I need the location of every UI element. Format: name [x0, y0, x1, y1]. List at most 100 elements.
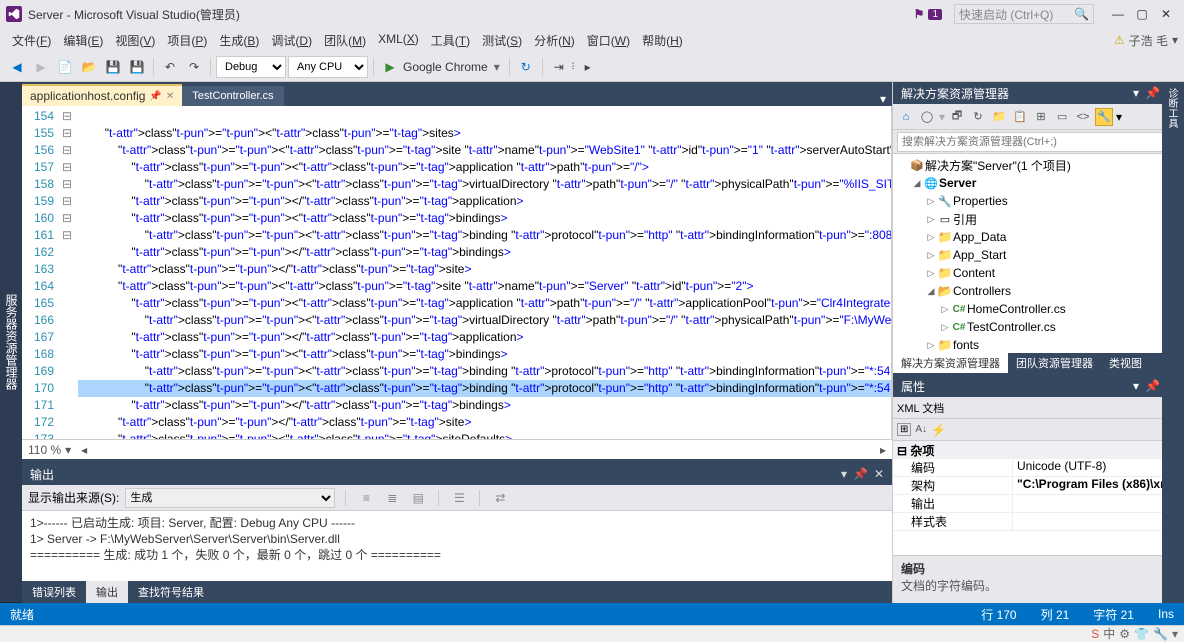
sync-icon[interactable]: 🗗: [948, 108, 966, 126]
properties-icon[interactable]: ⊞: [1032, 108, 1050, 126]
open-button[interactable]: 📂: [78, 56, 100, 78]
menu-帮助(H)[interactable]: 帮助(H): [636, 30, 689, 51]
config-select[interactable]: Debug: [216, 56, 286, 78]
panel-dropdown-icon[interactable]: ▾: [1133, 379, 1139, 393]
tray-icon[interactable]: S: [1091, 627, 1099, 641]
run-dropdown-icon[interactable]: ▾: [490, 60, 504, 74]
tree-node[interactable]: ▷📁Content: [893, 264, 1184, 282]
nav-back-button[interactable]: ◀: [6, 56, 28, 78]
close-tab-icon[interactable]: ✕: [166, 91, 174, 102]
tree-node[interactable]: ◢📂Controllers: [893, 282, 1184, 300]
zoom-value[interactable]: 110 %: [28, 443, 61, 457]
output-header[interactable]: 输出 ▾ 📌 ✕: [22, 463, 892, 485]
menu-视图(V)[interactable]: 视图(V): [109, 30, 161, 51]
panel-dropdown-icon[interactable]: ▾: [1133, 86, 1139, 100]
wrap-icon[interactable]: ☰: [449, 488, 469, 508]
events-icon[interactable]: ⚡: [931, 423, 946, 437]
more-icon[interactable]: ▾: [1116, 110, 1122, 124]
run-button[interactable]: ▶: [379, 56, 401, 78]
save-all-button[interactable]: 💾: [126, 56, 148, 78]
flag-icon[interactable]: ⚑: [914, 7, 925, 21]
collapse-icon[interactable]: 📁: [990, 108, 1008, 126]
properties-header[interactable]: 属性 ▾ 📌 ✕: [893, 375, 1184, 397]
tree-node[interactable]: ▷▭引用: [893, 210, 1184, 228]
solution-tree[interactable]: 📦解决方案"Server"(1 个项目)◢🌐Server▷🔧Properties…: [893, 154, 1184, 353]
goto-next-icon[interactable]: ≣: [382, 488, 402, 508]
menu-分析(N)[interactable]: 分析(N): [528, 30, 581, 51]
maximize-button[interactable]: ▢: [1130, 7, 1154, 21]
clear-icon[interactable]: ▤: [408, 488, 428, 508]
code-lines[interactable]: "t-attr">class"t-pun">="t-pun"><"t-attr"…: [74, 106, 891, 439]
menu-XML(X)[interactable]: XML(X): [372, 30, 425, 51]
tree-node[interactable]: ▷📁App_Start: [893, 246, 1184, 264]
tree-node[interactable]: ▷📁App_Data: [893, 228, 1184, 246]
notification-badge[interactable]: 1: [928, 9, 942, 20]
alpha-icon[interactable]: A↓: [915, 424, 927, 435]
minimize-button[interactable]: —: [1106, 7, 1130, 21]
tree-node[interactable]: ◢🌐Server: [893, 174, 1184, 192]
quick-launch[interactable]: 快速启动 (Ctrl+Q) 🔍: [954, 4, 1094, 24]
more-button[interactable]: ▸: [577, 56, 599, 78]
categorized-icon[interactable]: ⊞: [897, 423, 911, 436]
solution-tab-0[interactable]: 解决方案资源管理器: [893, 353, 1008, 373]
diagnostics-tab[interactable]: 诊断工具: [1162, 82, 1181, 134]
code-editor[interactable]: 1541551561571581591601611621631641651661…: [22, 106, 892, 439]
menu-窗口(W)[interactable]: 窗口(W): [581, 30, 636, 51]
props-object[interactable]: XML 文档: [897, 400, 1174, 416]
bottom-tab-0[interactable]: 错误列表: [22, 581, 86, 603]
option-icon[interactable]: ⇄: [490, 488, 510, 508]
fold-gutter[interactable]: ⊟⊟⊟⊟⊟⊟⊟⊟: [60, 106, 74, 439]
tray-icon[interactable]: ▾: [1172, 627, 1178, 641]
output-source-select[interactable]: 生成: [125, 488, 335, 508]
panel-close-icon[interactable]: ✕: [874, 467, 884, 481]
refresh-button[interactable]: ↻: [515, 56, 537, 78]
run-target[interactable]: Google Chrome: [403, 60, 488, 74]
toolbox-tab[interactable]: 工具箱: [0, 82, 1, 603]
menu-项目(P)[interactable]: 项目(P): [161, 30, 213, 51]
save-button[interactable]: 💾: [102, 56, 124, 78]
tab-applicationhost[interactable]: applicationhost.config 📌 ✕: [22, 84, 182, 106]
menu-编辑(E)[interactable]: 编辑(E): [57, 30, 109, 51]
account-dropdown-icon[interactable]: ▾: [1172, 33, 1178, 47]
menu-工具(T)[interactable]: 工具(T): [425, 30, 476, 51]
panel-pin-icon[interactable]: 📌: [1145, 379, 1160, 393]
tree-node[interactable]: 📦解决方案"Server"(1 个项目): [893, 156, 1184, 174]
tray-icon[interactable]: 🔧: [1153, 627, 1168, 641]
preview-icon[interactable]: ▭: [1053, 108, 1071, 126]
tray-icon[interactable]: 👕: [1134, 627, 1149, 641]
platform-select[interactable]: Any CPU: [288, 56, 368, 78]
showall-icon[interactable]: 📋: [1011, 108, 1029, 126]
panel-pin-icon[interactable]: 📌: [853, 467, 868, 481]
panel-pin-icon[interactable]: 📌: [1145, 86, 1160, 100]
tray-icon[interactable]: ⚙: [1119, 627, 1130, 641]
account-name[interactable]: 子浩 毛: [1129, 32, 1168, 49]
nav-fwd-button[interactable]: ▶: [30, 56, 52, 78]
solution-tab-1[interactable]: 团队资源管理器: [1008, 353, 1101, 373]
pin-icon[interactable]: 📌: [149, 91, 161, 102]
bottom-tab-1[interactable]: 输出: [86, 581, 128, 603]
refresh-icon[interactable]: ↻: [969, 108, 987, 126]
goto-prev-icon[interactable]: ≡: [356, 488, 376, 508]
step-button[interactable]: ⇥: [548, 56, 570, 78]
output-text[interactable]: 1>------ 已启动生成: 项目: Server, 配置: Debug An…: [22, 511, 892, 581]
tree-node[interactable]: ▷🔧Properties: [893, 192, 1184, 210]
bottom-tab-2[interactable]: 查找符号结果: [128, 581, 214, 603]
home-icon[interactable]: ⌂: [897, 108, 915, 126]
solution-header[interactable]: 解决方案资源管理器 ▾ 📌 ✕: [893, 82, 1184, 104]
solution-tab-2[interactable]: 类视图: [1101, 353, 1150, 373]
redo-button[interactable]: ↷: [183, 56, 205, 78]
close-button[interactable]: ✕: [1154, 7, 1178, 21]
menu-文件(F)[interactable]: 文件(F): [6, 30, 57, 51]
tree-node[interactable]: ▷C#HomeController.cs: [893, 300, 1184, 318]
tab-overflow-icon[interactable]: ▾: [874, 92, 892, 106]
server-explorer-tab[interactable]: 服务器资源管理器: [1, 82, 22, 603]
menu-团队(M)[interactable]: 团队(M): [318, 30, 372, 51]
tree-node[interactable]: ▷C#TestController.cs: [893, 318, 1184, 336]
code-icon[interactable]: <>: [1074, 108, 1092, 126]
warning-icon[interactable]: ⚠: [1114, 33, 1125, 47]
back-icon[interactable]: ◯: [918, 108, 936, 126]
solution-search-input[interactable]: [897, 132, 1180, 152]
tray-icon[interactable]: 中: [1103, 625, 1115, 642]
new-file-button[interactable]: 📄: [54, 56, 76, 78]
tree-node[interactable]: ▷📁fonts: [893, 336, 1184, 353]
